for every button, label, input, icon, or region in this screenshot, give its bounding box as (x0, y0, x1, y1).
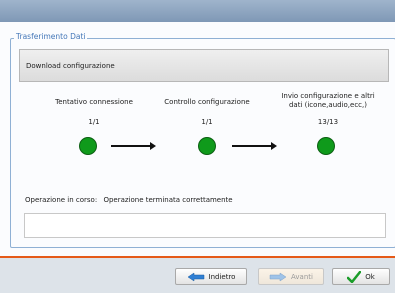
step-connection-label: Tentativo connessione (55, 98, 133, 106)
window-titlebar (0, 0, 395, 22)
step-check-count: 1/1 (201, 118, 213, 126)
section-title: Download configurazione (26, 61, 115, 70)
arrow-right-icon (111, 142, 156, 150)
next-button-label: Avanti (291, 272, 313, 281)
checkmark-icon (347, 270, 362, 283)
section-header: Download configurazione (19, 49, 389, 82)
arrow-right-icon (269, 272, 287, 281)
operation-log-box (24, 213, 386, 238)
back-button[interactable]: Indietro (175, 268, 247, 285)
back-button-label: Indietro (208, 272, 236, 281)
step-upload-label-line2: dati (icone,audio,ecc,) (288, 101, 367, 109)
ok-button-label: Ok (365, 272, 375, 281)
step-check: Controllo configurazione (157, 98, 257, 107)
status-ok-icon (198, 137, 216, 155)
step-connection: Tentativo connessione (44, 98, 144, 107)
step-upload-label-line1: Invio configurazione e altri (281, 92, 375, 100)
operation-label: Operazione in corso: (25, 196, 98, 204)
operation-value: Operazione terminata correttamente (103, 196, 233, 204)
status-ok-icon (317, 137, 335, 155)
step-upload: Invio configurazione e altri dati (icone… (268, 92, 388, 110)
next-button[interactable]: Avanti (258, 268, 324, 285)
step-connection-count: 1/1 (88, 118, 100, 126)
step-check-label: Controllo configurazione (164, 98, 250, 106)
arrow-left-icon (187, 272, 204, 281)
ok-button[interactable]: Ok (332, 268, 390, 285)
operation-status: Operazione in corso: Operazione terminat… (25, 196, 237, 204)
status-ok-icon (79, 137, 97, 155)
group-title: Trasferimento Dati (14, 32, 88, 41)
arrow-right-icon (232, 142, 277, 150)
step-upload-count: 13/13 (317, 118, 339, 126)
